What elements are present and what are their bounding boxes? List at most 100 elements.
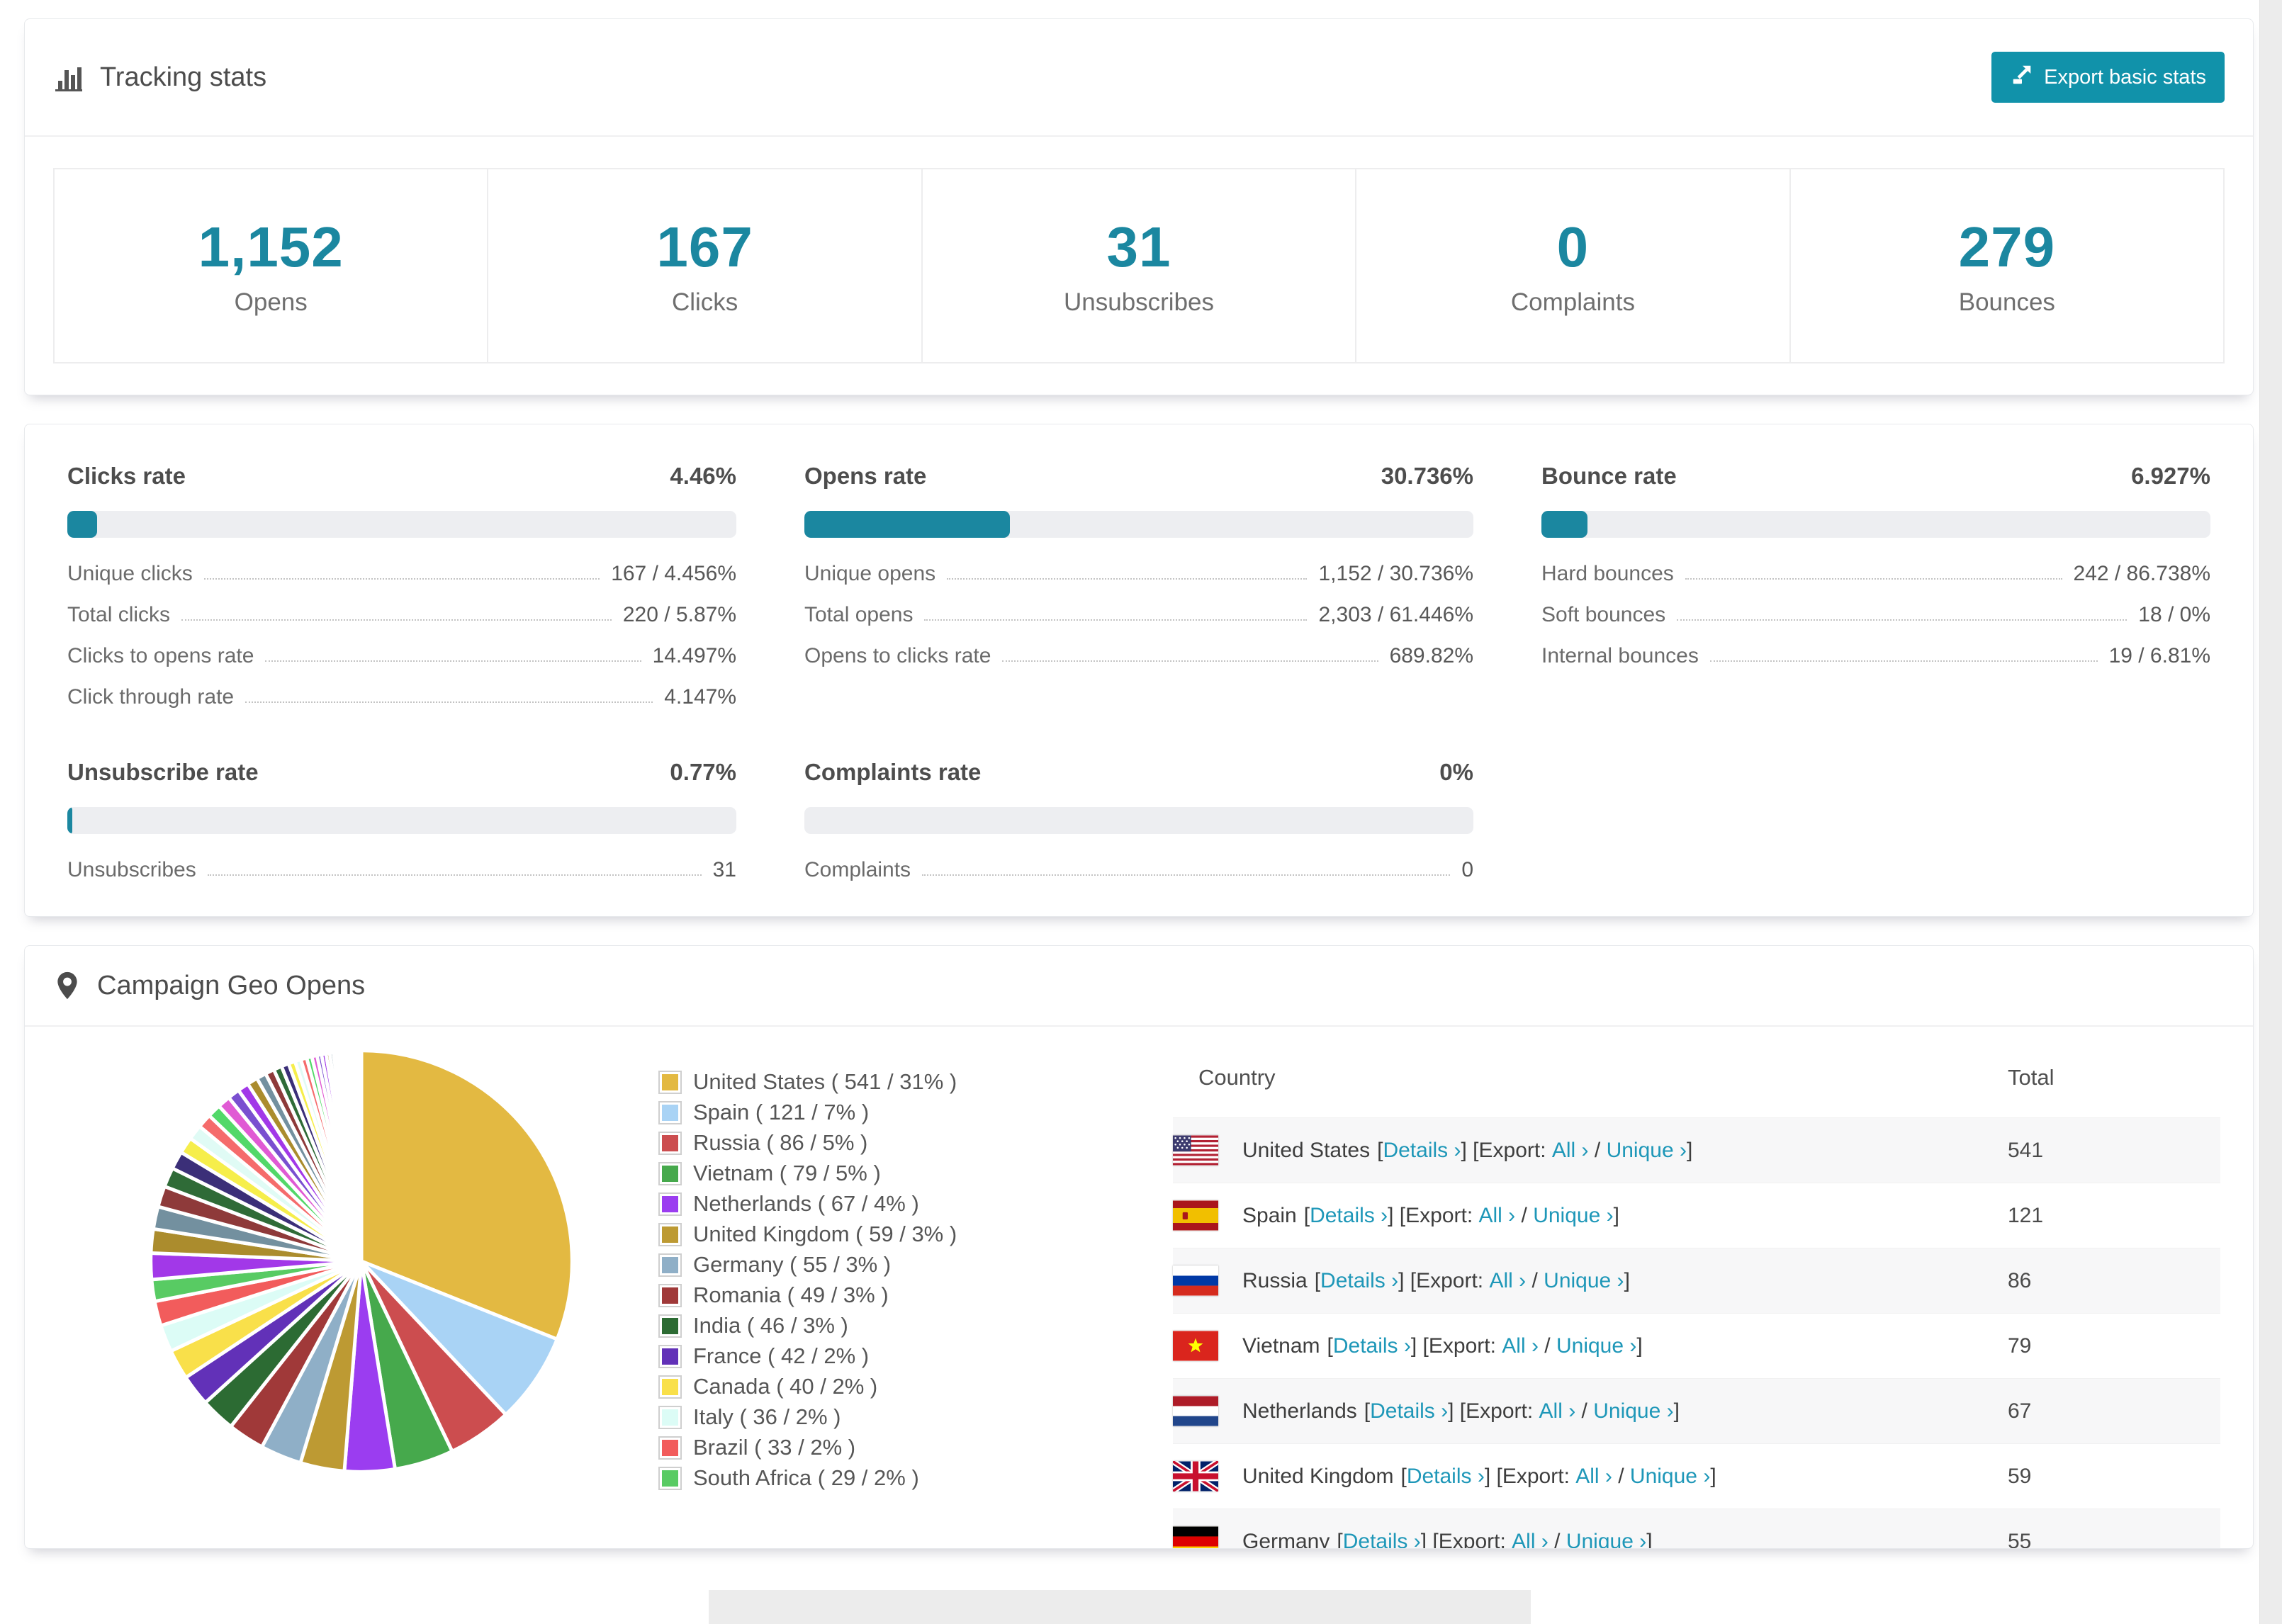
rate-detail-row: Click through rate 4.147% [67, 685, 736, 709]
rate-row-label: Soft bounces [1541, 603, 1666, 626]
legend-item-canada: Canada ( 40 / 2% ) [658, 1374, 1095, 1399]
rate-row-label: Unique opens [804, 562, 936, 585]
stat-value: 1,152 [198, 215, 344, 278]
export-all-link[interactable]: All › [1512, 1530, 1548, 1549]
tracking-stats-header: Tracking stats Export basic stats [25, 19, 2253, 135]
details-link[interactable]: Details › [1343, 1530, 1421, 1549]
bracket: ] [ [1410, 1333, 1429, 1358]
rate-head: Clicks rate 4.46% [67, 463, 736, 490]
stat-value: 279 [1958, 215, 2056, 278]
page-scrollbar[interactable] [2259, 0, 2282, 1624]
dotted-leader [1685, 578, 2062, 580]
export-unique-link[interactable]: Unique › [1630, 1465, 1710, 1489]
details-link[interactable]: Details › [1407, 1465, 1485, 1489]
rate-row-label: Total opens [804, 603, 914, 626]
rate-row-value: 4.147% [664, 685, 736, 709]
legend-item-united-states: United States ( 541 / 31% ) [658, 1069, 1095, 1095]
geo-header: Campaign Geo Opens [25, 946, 2253, 1025]
campaign-geo-opens-card: Campaign Geo Opens United States ( 541 /… [24, 945, 2254, 1549]
legend-item-united-kingdom: United Kingdom ( 59 / 3% ) [658, 1222, 1095, 1247]
stat-label: Bounces [1958, 288, 2055, 316]
export-basic-stats-button[interactable]: Export basic stats [1991, 52, 2225, 103]
export-prefix: Export: [1478, 1138, 1552, 1162]
country-name: Germany [1242, 1529, 1330, 1549]
legend-item-vietnam: Vietnam ( 79 / 5% ) [658, 1161, 1095, 1186]
progress-bar-track [1541, 511, 2210, 538]
details-link[interactable]: Details › [1383, 1139, 1461, 1163]
dotted-leader [245, 701, 653, 703]
export-prefix: Export: [1428, 1333, 1502, 1358]
flag-ru-icon [1173, 1265, 1218, 1296]
dotted-leader [947, 578, 1308, 580]
legend-swatch [658, 1070, 682, 1094]
progress-bar-track [804, 511, 1473, 538]
export-unique-link[interactable]: Unique › [1593, 1399, 1673, 1423]
bracket: [ [1364, 1399, 1371, 1423]
rate-row-value: 1,152 / 30.736% [1318, 562, 1473, 585]
geo-row-spain: Spain[Details ›] [Export: All › / Unique… [1173, 1183, 2220, 1248]
legend-label: United States ( 541 / 31% ) [693, 1069, 957, 1094]
export-unique-link[interactable]: Unique › [1607, 1139, 1687, 1163]
export-unique-link[interactable]: Unique › [1544, 1269, 1624, 1293]
legend-item-brazil: Brazil ( 33 / 2% ) [658, 1435, 1095, 1460]
geo-legend: United States ( 541 / 31% ) Spain ( 121 /… [641, 1027, 1095, 1548]
rate-rows: Unique opens 1,152 / 30.736% Total opens 2,… [804, 562, 1473, 668]
export-all-link[interactable]: All › [1479, 1204, 1516, 1228]
export-all-link[interactable]: All › [1489, 1269, 1526, 1293]
bracket: ] [1613, 1203, 1619, 1227]
dotted-leader [207, 874, 702, 876]
legend-swatch [658, 1161, 682, 1185]
geo-title-row: Campaign Geo Opens [53, 970, 365, 1001]
rate-detail-row: Unique opens 1,152 / 30.736% [804, 562, 1473, 586]
bracket: ] [1710, 1464, 1716, 1488]
legend-item-russia: Russia ( 86 / 5% ) [658, 1130, 1095, 1156]
legend-label: India ( 46 / 3% ) [693, 1313, 848, 1338]
geo-row-united-states: United States[Details ›] [Export: All › … [1173, 1117, 2220, 1183]
export-all-link[interactable]: All › [1502, 1334, 1539, 1358]
opens-rate-block: Opens rate 30.736% Unique opens 1,152 / 30.… [804, 463, 1473, 709]
dotted-leader [924, 619, 1308, 621]
rate-row-label: Total clicks [67, 603, 171, 626]
rate-detail-row: Unsubscribes 31 [67, 858, 736, 882]
geo-table-body: United States[Details ›] [Export: All › … [1173, 1117, 2220, 1549]
legend-label: France ( 42 / 2% ) [693, 1343, 870, 1368]
rate-row-label: Clicks to opens rate [67, 644, 254, 667]
details-link[interactable]: Details › [1333, 1334, 1411, 1358]
rate-head: Unsubscribe rate 0.77% [67, 759, 736, 786]
progress-bar-track [804, 807, 1473, 834]
summary-stats-row: 1,152 Opens 167 Clicks 31 Unsubscribes 0 Compla… [53, 168, 2225, 363]
geo-row-netherlands: Netherlands[Details ›] [Export: All › / … [1173, 1378, 2220, 1443]
rate-row-value: 220 / 5.87% [622, 603, 736, 626]
details-link[interactable]: Details › [1320, 1269, 1398, 1293]
bracket: ] [ [1484, 1464, 1502, 1488]
slash: / [1575, 1399, 1594, 1423]
slash: / [1548, 1529, 1566, 1549]
legend-swatch [658, 1405, 682, 1429]
stat-value: 0 [1556, 215, 1590, 278]
rate-detail-row: Total clicks 220 / 5.87% [67, 603, 736, 627]
dotted-leader [181, 619, 612, 621]
legend-swatch [658, 1131, 682, 1155]
total-cell: 67 [2008, 1399, 2032, 1423]
export-unique-link[interactable]: Unique › [1556, 1334, 1636, 1358]
stat-unsubscribes: 31 Unsubscribes [921, 168, 1357, 363]
page-title: Tracking stats [100, 62, 267, 92]
bracket: ] [ [1448, 1399, 1466, 1423]
rate-row-label: Internal bounces [1541, 644, 1699, 667]
details-link[interactable]: Details › [1310, 1204, 1388, 1228]
export-all-link[interactable]: All › [1575, 1465, 1612, 1489]
export-unique-link[interactable]: Unique › [1566, 1530, 1646, 1549]
details-link[interactable]: Details › [1370, 1399, 1448, 1423]
flag-es-icon [1173, 1200, 1218, 1231]
export-unique-link[interactable]: Unique › [1533, 1204, 1613, 1228]
export-all-link[interactable]: All › [1539, 1399, 1576, 1423]
country-cell: Vietnam [Details ›] [Export: All › / Uniq… [1173, 1331, 2008, 1361]
geo-row-russia: Russia[Details ›] [Export: All › / Uniqu… [1173, 1248, 2220, 1313]
rate-row-label: Unsubscribes [67, 858, 196, 881]
legend-item-romania: Romania ( 49 / 3% ) [658, 1282, 1095, 1308]
rate-value: 6.927% [2131, 463, 2210, 489]
export-all-link[interactable]: All › [1552, 1139, 1589, 1163]
legend-swatch [658, 1192, 682, 1216]
rate-row-value: 689.82% [1389, 644, 1473, 667]
legend-item-india: India ( 46 / 3% ) [658, 1313, 1095, 1338]
